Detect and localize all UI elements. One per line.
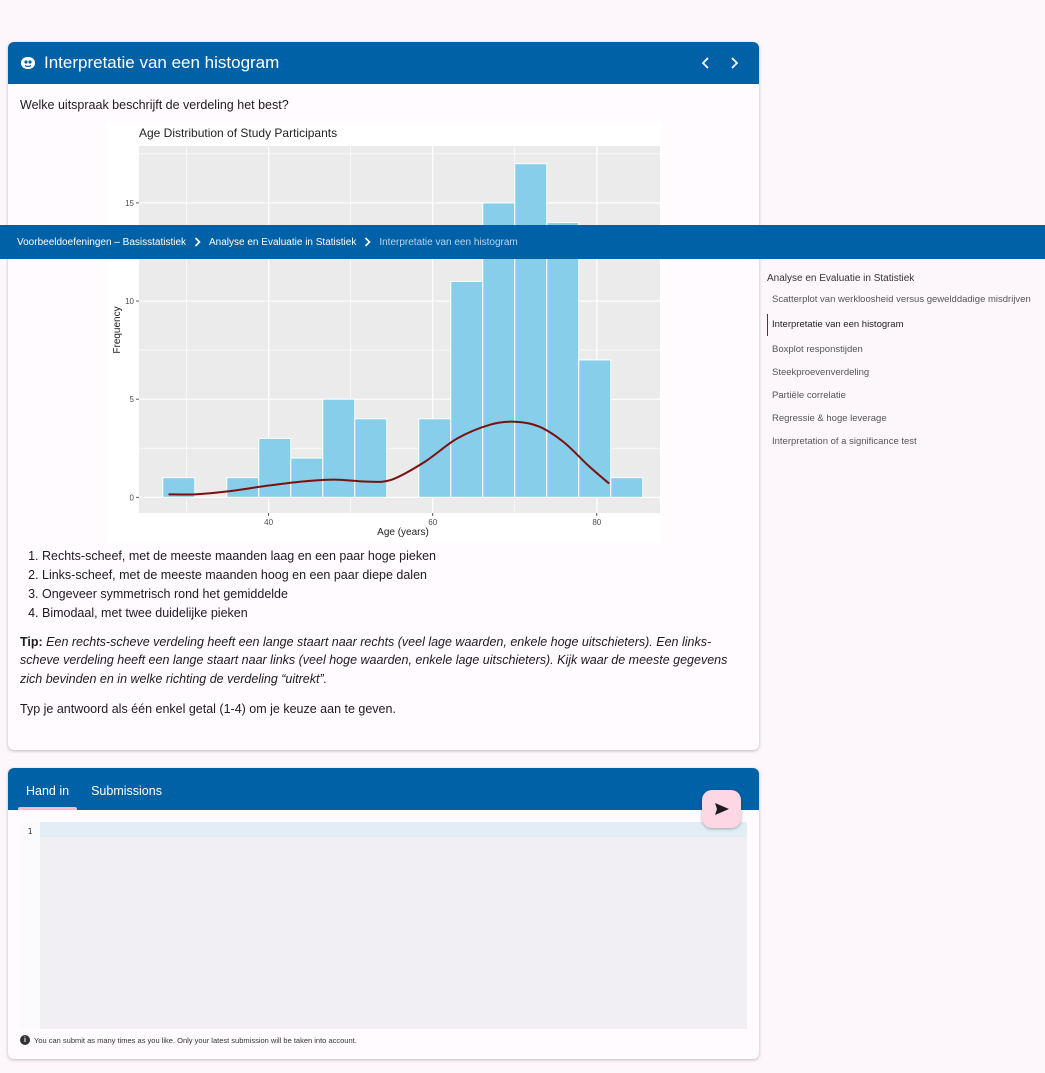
submission-card: Hand in Submissions 1 i You can submit a… [8,768,759,1059]
sidebar-item-scatterplot[interactable]: Scatterplot van werkloosheid versus gewe… [767,291,1031,309]
tip-label: Tip: [20,634,43,649]
histogram-bar [289,457,323,498]
histogram-bar [609,476,643,498]
question-text: Welke uitspraak beschrijft de verdeling … [20,98,289,112]
histogram-bar [257,437,291,498]
y-tick-label: 15 [125,199,134,208]
line-number: 1 [20,822,40,1029]
chevron-left-icon [701,57,709,69]
series-navigation: Analyse en Evaluatie in Statistiek Scatt… [767,273,1031,456]
tip-text: Een rechts-scheve verdeling heeft een la… [20,634,728,686]
histogram-bar [449,280,483,498]
histogram-bar [513,162,547,498]
y-tick-label: 10 [125,297,134,306]
previous-exercise-button[interactable] [693,50,719,76]
chart-title: Age Distribution of Study Participants [139,126,337,140]
histogram-bar [353,418,387,498]
answer-options: Rechts-scheef, met de meeste maanden laa… [20,547,747,623]
editor-input[interactable] [40,822,747,1029]
info-icon: i [20,1035,30,1045]
x-axis-label: Age (years) [377,527,429,538]
exercise-card: Interpretatie van een histogram Welke ui… [8,42,759,750]
exercise-description: Welke uitspraak beschrijft de verdeling … [8,84,759,719]
submission-note: i You can submit as many times as you li… [8,1029,759,1045]
answer-option: Bimodaal, met twee duidelijke pieken [42,604,747,623]
chevron-right-icon [364,237,371,247]
sidebar-item-regression-leverage[interactable]: Regressie & hoge leverage [767,410,1031,428]
answer-instruction: Typ je antwoord als één enkel getal (1-4… [20,702,396,717]
active-line [40,822,747,837]
dodona-logo-icon [20,56,36,70]
histogram-bar [321,398,355,498]
histogram-svg: Age Distribution of Study Participants 0… [105,122,662,543]
exercise-header: Interpretatie van een histogram [8,42,759,84]
submission-tabs: Hand in Submissions [8,768,759,810]
chevron-right-icon [194,237,201,247]
x-tick-label: 80 [592,518,601,527]
histogram-chart: Age Distribution of Study Participants 0… [20,122,747,543]
x-tick-label: 40 [264,518,273,527]
chevron-right-icon [731,57,739,69]
histogram-bar [577,359,611,498]
submit-button[interactable] [702,790,741,828]
y-tick-label: 0 [129,493,134,502]
sidebar-item-boxplot[interactable]: Boxplot responstijden [767,341,1031,359]
histogram-bar [417,418,451,498]
sidebar-item-partial-correlation[interactable]: Partiële correlatie [767,387,1031,405]
breadcrumb-series[interactable]: Analyse en Evaluatie in Statistiek [209,237,356,248]
tip: Tip: Een rechts-scheve verdeling heeft e… [20,633,747,689]
sidebar-item-significance-test[interactable]: Interpretation of a significance test [767,433,1031,451]
next-exercise-button[interactable] [721,50,747,76]
breadcrumb-current: Interpretatie van een histogram [379,236,518,248]
send-icon [714,803,729,815]
x-tick-label: 60 [428,518,437,527]
y-tick-label: 5 [129,395,134,404]
y-axis-label: Frequency [112,306,123,353]
answer-option: Links-scheef, met de meeste maanden hoog… [42,566,747,585]
answer-option: Rechts-scheef, met de meeste maanden laa… [42,547,747,566]
tab-hand-in[interactable]: Hand in [18,784,78,810]
series-heading: Analyse en Evaluatie in Statistiek [767,273,915,284]
histogram-bar [545,221,579,498]
sidebar-item-histogram[interactable]: Interpretatie van een histogram [767,314,1031,336]
submission-note-text: You can submit as many times as you like… [34,1035,357,1045]
code-editor[interactable]: 1 [20,822,747,1029]
breadcrumb-course[interactable]: Voorbeeldoefeningen – Basisstatistiek [17,237,186,248]
sidebar-item-sampling-distribution[interactable]: Steekproevenverdeling [767,364,1031,382]
breadcrumb: Voorbeeldoefeningen – Basisstatistiek An… [0,225,1045,259]
exercise-title: Interpretatie van een histogram [44,53,280,72]
answer-option: Ongeveer symmetrisch rond het gemiddelde [42,585,747,604]
tab-submissions[interactable]: Submissions [83,784,170,810]
